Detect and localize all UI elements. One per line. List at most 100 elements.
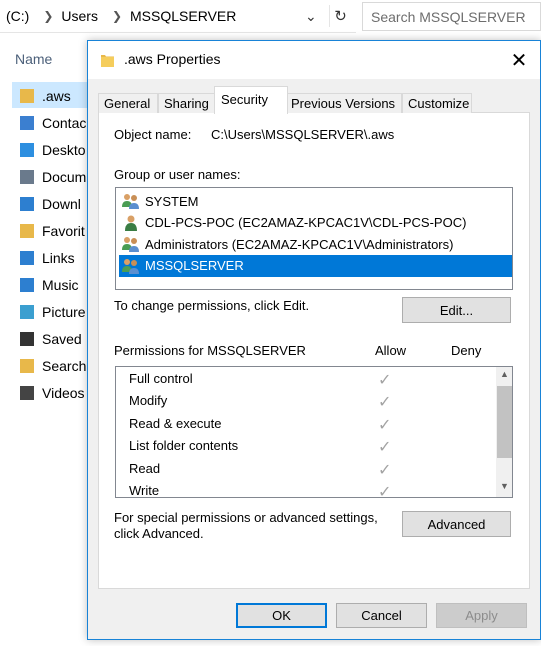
permission-name: Read bbox=[129, 460, 161, 476]
folder-icon bbox=[101, 55, 114, 67]
folder-item[interactable]: Videos bbox=[20, 381, 85, 405]
ok-button[interactable]: OK bbox=[236, 603, 327, 628]
group-or-user-names-label: Group or user names: bbox=[114, 167, 241, 182]
searches-folder-icon bbox=[20, 359, 34, 373]
pictures-folder-icon bbox=[20, 305, 34, 319]
special-permissions-text-line2: click Advanced. bbox=[114, 526, 204, 541]
folder-item-label: Saved bbox=[42, 331, 82, 347]
permission-row: Read & execute ✓ bbox=[116, 413, 496, 435]
search-input[interactable]: Search MSSQLSERVER bbox=[362, 2, 541, 31]
permissions-list[interactable]: Full control ✓ Modify ✓ Read & execute ✓ List … bbox=[115, 366, 513, 498]
favorites-folder-icon bbox=[20, 224, 34, 238]
folder-item[interactable]: Search bbox=[20, 354, 86, 378]
allow-check-icon: ✓ bbox=[378, 439, 392, 457]
saved-games-folder-icon bbox=[20, 332, 34, 346]
permission-name: Read & execute bbox=[129, 415, 222, 431]
change-permissions-text: To change permissions, click Edit. bbox=[114, 298, 310, 313]
permission-name: Write bbox=[129, 483, 160, 498]
object-name-value: C:\Users\MSSQLSERVER\.aws bbox=[211, 127, 395, 142]
folder-item[interactable]: Saved bbox=[20, 327, 82, 351]
scroll-up-icon[interactable]: ▲ bbox=[496, 369, 512, 383]
permission-row: List folder contents ✓ bbox=[116, 435, 496, 457]
apply-button[interactable]: Apply bbox=[436, 603, 527, 628]
dialog-title: .aws Properties bbox=[124, 51, 221, 67]
user-list-item[interactable]: SYSTEM bbox=[119, 190, 512, 212]
tab-previous-versions[interactable]: Previous Versions bbox=[285, 93, 402, 113]
cancel-button[interactable]: Cancel bbox=[336, 603, 427, 628]
music-folder-icon bbox=[20, 278, 34, 292]
tab-general[interactable]: General bbox=[98, 93, 158, 113]
object-name-label: Object name: bbox=[114, 127, 192, 142]
group-user-list[interactable]: SYSTEM CDL-PCS-POC (EC2AMAZ-KPCAC1V\CDL-P… bbox=[115, 187, 513, 290]
desktop-folder-icon bbox=[20, 143, 34, 157]
folder-item-label: Picture bbox=[42, 304, 86, 320]
folder-item-label: Music bbox=[42, 277, 79, 293]
user-icon bbox=[125, 215, 137, 231]
allow-check-icon: ✓ bbox=[378, 394, 392, 412]
tab-security[interactable]: Security bbox=[214, 86, 288, 114]
user-name: Administrators (EC2AMAZ-KPCAC1V\Administ… bbox=[145, 236, 454, 252]
folder-item-label: .aws bbox=[42, 88, 71, 104]
folder-item[interactable]: Downl bbox=[20, 192, 81, 216]
security-tab-panel: Object name: C:\Users\MSSQLSERVER\.aws G… bbox=[98, 112, 530, 589]
dialog-titlebar[interactable]: .aws Properties ✕ bbox=[88, 41, 540, 79]
user-name: CDL-PCS-POC (EC2AMAZ-KPCAC1V\CDL-PCS-POC… bbox=[145, 215, 467, 230]
documents-folder-icon bbox=[20, 170, 34, 184]
folder-item[interactable]: .aws bbox=[20, 84, 71, 108]
name-column-header[interactable]: Name bbox=[15, 51, 52, 67]
scrollbar[interactable]: ▲ ▼ bbox=[496, 367, 512, 497]
chevron-right-icon: ❯ bbox=[43, 9, 54, 23]
breadcrumb-drive[interactable]: (C:) bbox=[6, 8, 29, 24]
permission-name: Modify bbox=[129, 393, 168, 409]
permission-row: Full control ✓ bbox=[116, 368, 496, 390]
user-name: SYSTEM bbox=[145, 193, 199, 209]
permission-name: List folder contents bbox=[129, 438, 239, 454]
permission-name: Full control bbox=[129, 371, 193, 386]
folder-item[interactable]: Docum bbox=[20, 165, 86, 189]
properties-dialog: .aws Properties ✕ Object name: C:\Users\… bbox=[87, 40, 541, 640]
tab-customize[interactable]: Customize bbox=[402, 93, 472, 113]
folder-item-label: Links bbox=[42, 250, 75, 266]
folder-item-label: Favorit bbox=[42, 223, 85, 239]
special-permissions-text-line1: For special permissions or advanced sett… bbox=[114, 510, 378, 525]
folder-item[interactable]: Picture bbox=[20, 300, 86, 324]
folder-item[interactable]: Music bbox=[20, 273, 79, 297]
folder-item-label: Downl bbox=[42, 196, 81, 212]
folder-item-label: Deskto bbox=[42, 142, 86, 158]
videos-folder-icon bbox=[20, 386, 34, 400]
chevron-right-icon: ❯ bbox=[111, 9, 123, 23]
folder-item[interactable]: Favorit bbox=[20, 219, 85, 243]
breadcrumb-mssqlserver[interactable]: MSSQLSERVER bbox=[130, 8, 236, 24]
permissions-for-label: Permissions for MSSQLSERVER bbox=[114, 343, 306, 358]
allow-check-icon: ✓ bbox=[378, 484, 392, 498]
folder-icon bbox=[20, 89, 34, 103]
folder-item[interactable]: Links bbox=[20, 246, 75, 270]
close-icon[interactable]: ✕ bbox=[506, 47, 532, 73]
scroll-down-icon[interactable]: ▼ bbox=[496, 481, 512, 495]
edit-button[interactable]: Edit... bbox=[402, 297, 511, 323]
breadcrumb-users[interactable]: Users bbox=[61, 8, 98, 24]
user-list-item[interactable]: Administrators (EC2AMAZ-KPCAC1V\Administ… bbox=[119, 233, 512, 255]
folder-item[interactable]: Deskto bbox=[20, 138, 86, 162]
user-list-item[interactable]: CDL-PCS-POC (EC2AMAZ-KPCAC1V\CDL-PCS-POC… bbox=[119, 212, 512, 234]
group-users-icon bbox=[122, 237, 139, 252]
refresh-icon[interactable]: ↻ bbox=[329, 5, 351, 27]
folder-item-label: Docum bbox=[42, 169, 87, 185]
chevron-down-icon[interactable]: ⌄ bbox=[305, 8, 317, 25]
scrollbar-thumb[interactable] bbox=[497, 386, 512, 458]
address-bar[interactable]: (C:) ❯ Users ❯ MSSQLSERVER bbox=[0, 0, 356, 33]
allow-check-icon: ✓ bbox=[378, 372, 392, 389]
allow-check-icon: ✓ bbox=[378, 461, 392, 479]
links-folder-icon bbox=[20, 251, 34, 265]
allow-check-icon: ✓ bbox=[378, 416, 392, 434]
deny-column-header: Deny bbox=[451, 343, 482, 358]
user-name: MSSQLSERVER bbox=[145, 258, 244, 273]
folder-item-label: Videos bbox=[42, 385, 85, 401]
folder-item[interactable]: Contac bbox=[20, 111, 86, 135]
user-list-item[interactable]: MSSQLSERVER bbox=[119, 254, 512, 277]
advanced-button[interactable]: Advanced bbox=[402, 511, 511, 537]
tab-sharing[interactable]: Sharing bbox=[158, 93, 216, 113]
allow-column-header: Allow bbox=[375, 343, 407, 358]
contacts-folder-icon bbox=[20, 116, 34, 130]
permission-row: Modify ✓ bbox=[116, 390, 496, 412]
